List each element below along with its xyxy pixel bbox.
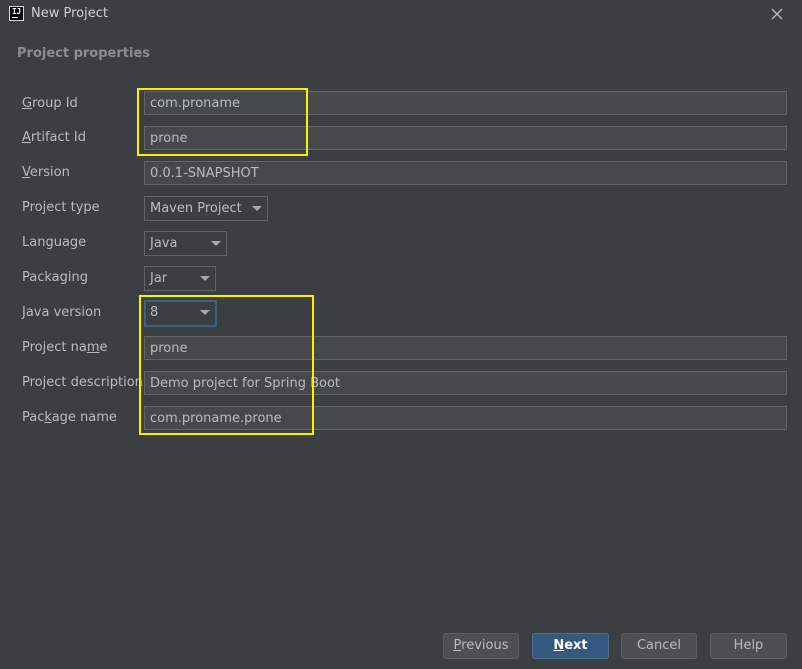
java-version-label: Java version xyxy=(22,305,102,320)
project-name-field[interactable] xyxy=(144,336,787,360)
packaging-label: Packaging xyxy=(22,270,88,285)
java-version-dropdown[interactable]: 8 xyxy=(144,300,217,327)
window-title: New Project xyxy=(31,6,108,21)
packaging-dropdown[interactable]: Jar xyxy=(144,266,216,291)
chevron-down-icon xyxy=(211,241,221,246)
app-icon-text: IJ xyxy=(12,7,21,16)
chevron-down-icon xyxy=(200,310,210,315)
title-bar: IJ New Project xyxy=(0,0,802,30)
section-title: Project properties xyxy=(17,46,150,61)
chevron-down-icon xyxy=(200,276,210,281)
close-icon[interactable] xyxy=(766,3,788,25)
package-name-field[interactable] xyxy=(144,406,787,430)
chevron-down-icon xyxy=(252,206,262,211)
group-id-field[interactable] xyxy=(144,91,787,115)
language-label: Language xyxy=(22,235,87,250)
cancel-button[interactable]: Cancel xyxy=(621,633,697,659)
project-description-label: Project description xyxy=(22,375,143,390)
version-label: Version xyxy=(22,165,70,180)
artifact-id-label: Artifact Id xyxy=(22,130,86,145)
help-button[interactable]: Help xyxy=(710,633,787,659)
close-button[interactable] xyxy=(766,3,788,25)
package-name-label: Package name xyxy=(22,410,117,425)
project-type-dropdown[interactable]: Maven Project xyxy=(144,196,268,221)
project-name-label: Project name xyxy=(22,340,108,355)
version-field[interactable] xyxy=(144,161,787,185)
project-type-label: Project type xyxy=(22,200,100,215)
language-value: Java xyxy=(150,236,178,251)
intellij-app-icon: IJ xyxy=(9,6,24,21)
group-id-label: Group Id xyxy=(22,96,78,111)
project-type-value: Maven Project xyxy=(150,201,242,216)
next-button[interactable]: Next xyxy=(532,633,609,659)
language-dropdown[interactable]: Java xyxy=(144,231,227,256)
new-project-dialog: IJ New Project Project properties Group … xyxy=(0,0,802,669)
packaging-value: Jar xyxy=(150,271,168,286)
project-description-field[interactable] xyxy=(144,371,787,395)
artifact-id-field[interactable] xyxy=(144,126,787,150)
previous-button[interactable]: Previous xyxy=(443,633,519,659)
java-version-value: 8 xyxy=(150,305,159,320)
